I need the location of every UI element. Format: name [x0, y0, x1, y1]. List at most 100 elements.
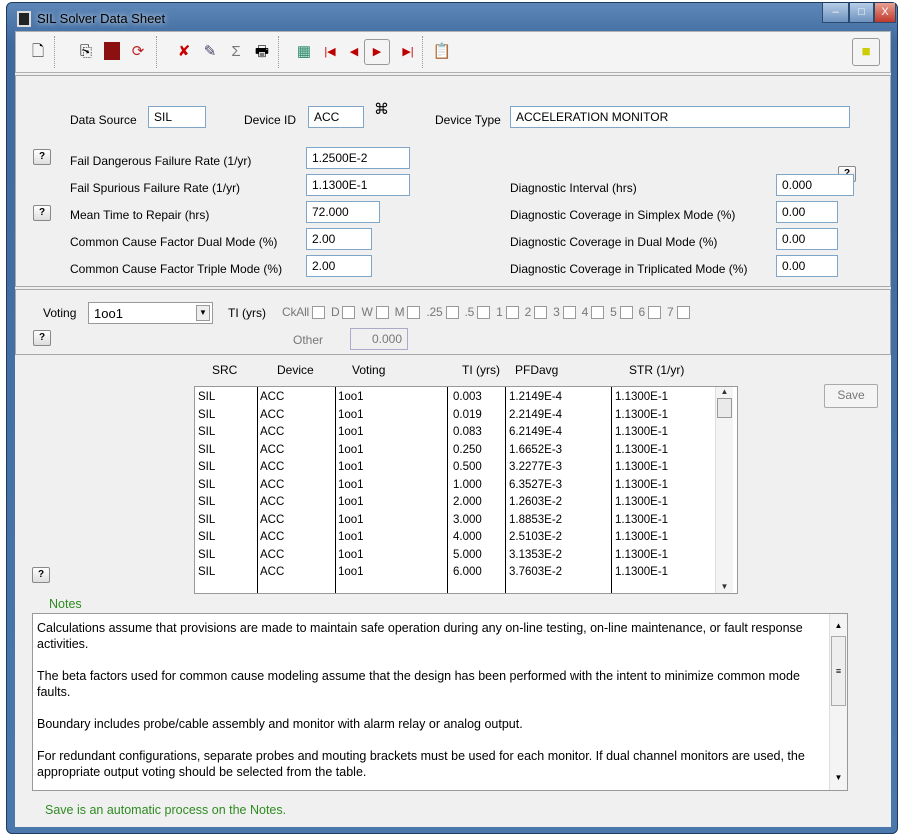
ti-checkbox-1[interactable]: 1: [496, 305, 524, 320]
checkbox-label: 5: [610, 305, 617, 319]
list-scrollbar[interactable]: ▲ ▼: [715, 387, 733, 593]
checkbox[interactable]: [505, 306, 519, 320]
checkbox[interactable]: [619, 306, 633, 320]
ti-checkbox-M[interactable]: M: [395, 305, 427, 320]
table-row[interactable]: SIL ACC 1oo1 4.000 2.5103E-2 1.1300E-1: [195, 530, 715, 548]
checkbox[interactable]: [534, 306, 548, 320]
ti-checkbox-.5[interactable]: .5: [464, 305, 497, 320]
ti-checkbox-2[interactable]: 2: [525, 305, 553, 320]
voting-select[interactable]: 1oo1 ▼: [88, 302, 213, 324]
checkbox[interactable]: [445, 306, 459, 320]
notes-textarea[interactable]: Calculations assume that provisions are …: [32, 613, 848, 791]
scroll-up-icon[interactable]: ▲: [716, 387, 733, 396]
scroll-down-icon[interactable]: ▼: [716, 582, 733, 591]
device-lookup-icon[interactable]: ⌘: [374, 100, 389, 118]
close-button[interactable]: X: [874, 3, 896, 23]
refresh-icon[interactable]: ⟳: [128, 42, 148, 62]
scroll-down-icon[interactable]: ▼: [830, 770, 847, 786]
checkbox[interactable]: [342, 306, 356, 320]
ccf-dual-input[interactable]: 2.00: [306, 228, 372, 250]
table-row[interactable]: SIL ACC 1oo1 0.250 1.6652E-3 1.1300E-1: [195, 443, 715, 461]
table-row[interactable]: SIL ACC 1oo1 0.083 6.2149E-4 1.1300E-1: [195, 425, 715, 443]
ti-checkbox-5[interactable]: 5: [610, 305, 638, 320]
notes-scrollbar[interactable]: ▲ ≡ ▼: [829, 614, 847, 790]
column-header[interactable]: SRC: [212, 363, 237, 377]
dc-triple-input[interactable]: 0.00: [776, 255, 838, 277]
scroll-thumb[interactable]: ≡: [831, 636, 846, 706]
copy-icon[interactable]: ⎘: [76, 42, 96, 62]
edit-record-icon[interactable]: ✎: [200, 42, 220, 62]
ccf-triple-input[interactable]: 2.00: [306, 255, 372, 277]
exit-icon[interactable]: ■: [852, 38, 880, 66]
last-record-icon[interactable]: ▶|: [398, 42, 418, 62]
chevron-down-icon[interactable]: ▼: [196, 305, 210, 321]
ti-checkbox-.25[interactable]: .25: [426, 305, 464, 320]
dc-dual-input[interactable]: 0.00: [776, 228, 838, 250]
maximize-button[interactable]: □: [849, 3, 874, 23]
help-button-mttr[interactable]: ?: [33, 205, 51, 221]
table-row[interactable]: SIL ACC 1oo1 5.000 3.1353E-2 1.1300E-1: [195, 548, 715, 566]
table-row[interactable]: SIL ACC 1oo1 1.000 6.3527E-3 1.1300E-1: [195, 478, 715, 496]
column-header[interactable]: Voting: [352, 363, 385, 377]
help-button-table[interactable]: ?: [32, 567, 50, 583]
scroll-thumb[interactable]: [717, 398, 732, 418]
find-icon[interactable]: ▦: [294, 42, 314, 62]
help-button-failure-rate[interactable]: ?: [33, 149, 51, 165]
help-button-voting[interactable]: ?: [33, 330, 51, 346]
checkbox-label: .5: [464, 305, 475, 319]
report-icon[interactable]: [104, 42, 120, 60]
table-cell: ACC: [260, 391, 285, 403]
device-type-input[interactable]: ACCELERATION MONITOR: [510, 106, 850, 128]
next-record-icon[interactable]: ▶: [364, 39, 390, 65]
ti-checkbox-4[interactable]: 4: [582, 305, 610, 320]
column-header[interactable]: PFDavg: [515, 363, 558, 377]
table-row[interactable]: SIL ACC 1oo1 0.019 2.2149E-4 1.1300E-1: [195, 408, 715, 426]
column-header[interactable]: Device: [277, 363, 314, 377]
checkbox[interactable]: [562, 306, 576, 320]
table-row[interactable]: SIL ACC 1oo1 0.500 3.2277E-3 1.1300E-1: [195, 460, 715, 478]
checkbox[interactable]: [477, 306, 491, 320]
checkbox[interactable]: [407, 306, 421, 320]
first-record-icon[interactable]: |◀: [320, 42, 340, 62]
ti-checkbox-3[interactable]: 3: [553, 305, 581, 320]
column-header[interactable]: TI (yrs): [462, 363, 500, 377]
minimize-button[interactable]: –: [822, 3, 849, 23]
checkbox-label: W: [361, 305, 373, 319]
sum-icon[interactable]: Σ: [226, 42, 246, 62]
results-list[interactable]: SIL ACC 1oo1 0.003 1.2149E-4 1.1300E-1 SIL ACC 1…: [194, 386, 738, 594]
fail-spurious-input[interactable]: 1.1300E-1: [306, 174, 410, 196]
table-row[interactable]: SIL ACC 1oo1 2.000 1.2603E-2 1.1300E-1: [195, 495, 715, 513]
scroll-up-icon[interactable]: ▲: [830, 618, 847, 634]
checkbox[interactable]: [375, 306, 389, 320]
ti-checkbox-6[interactable]: 6: [639, 305, 667, 320]
other-ti-input[interactable]: 0.000: [350, 328, 408, 350]
fail-dangerous-input[interactable]: 1.2500E-2: [306, 147, 410, 169]
device-id-input[interactable]: ACC: [308, 106, 364, 128]
ti-checkbox-D[interactable]: D: [331, 305, 361, 320]
checkbox[interactable]: [676, 306, 690, 320]
save-button[interactable]: Save: [824, 384, 878, 408]
table-row[interactable]: SIL ACC 1oo1 3.000 1.8853E-2 1.1300E-1: [195, 513, 715, 531]
dc-simplex-input[interactable]: 0.00: [776, 201, 838, 223]
table-row[interactable]: SIL ACC 1oo1 6.000 3.7603E-2 1.1300E-1: [195, 565, 715, 583]
previous-record-icon[interactable]: ◀: [344, 42, 364, 62]
ti-checkbox-W[interactable]: W: [361, 305, 394, 320]
ti-checkbox-7[interactable]: 7: [667, 305, 695, 320]
table-row[interactable]: SIL ACC 1oo1 0.003 1.2149E-4 1.1300E-1: [195, 390, 715, 408]
table-cell: 1oo1: [338, 426, 364, 438]
table-cell: 5.000: [453, 548, 482, 561]
new-icon[interactable]: 🗋: [28, 42, 48, 62]
mttr-input[interactable]: 72.000: [306, 201, 380, 223]
checkbox[interactable]: [648, 306, 662, 320]
print-icon[interactable]: 🖶: [252, 42, 272, 62]
app-window: SIL Solver Data Sheet – □ X 🗋 ⎘ ⟳ ✘ ✎ Σ …: [6, 2, 898, 834]
sil-chart-icon[interactable]: 📋: [432, 42, 452, 62]
checkbox[interactable]: [591, 306, 605, 320]
diag-interval-input[interactable]: 0.000: [776, 174, 854, 196]
delete-record-icon[interactable]: ✘: [174, 42, 194, 62]
ti-checkbox-CkAll[interactable]: CkAll: [282, 305, 331, 320]
column-header[interactable]: STR (1/yr): [629, 363, 684, 377]
data-source-input[interactable]: SIL: [148, 106, 206, 128]
notes-paragraph: The beta factors used for common cause m…: [37, 669, 800, 699]
checkbox[interactable]: [312, 306, 326, 320]
